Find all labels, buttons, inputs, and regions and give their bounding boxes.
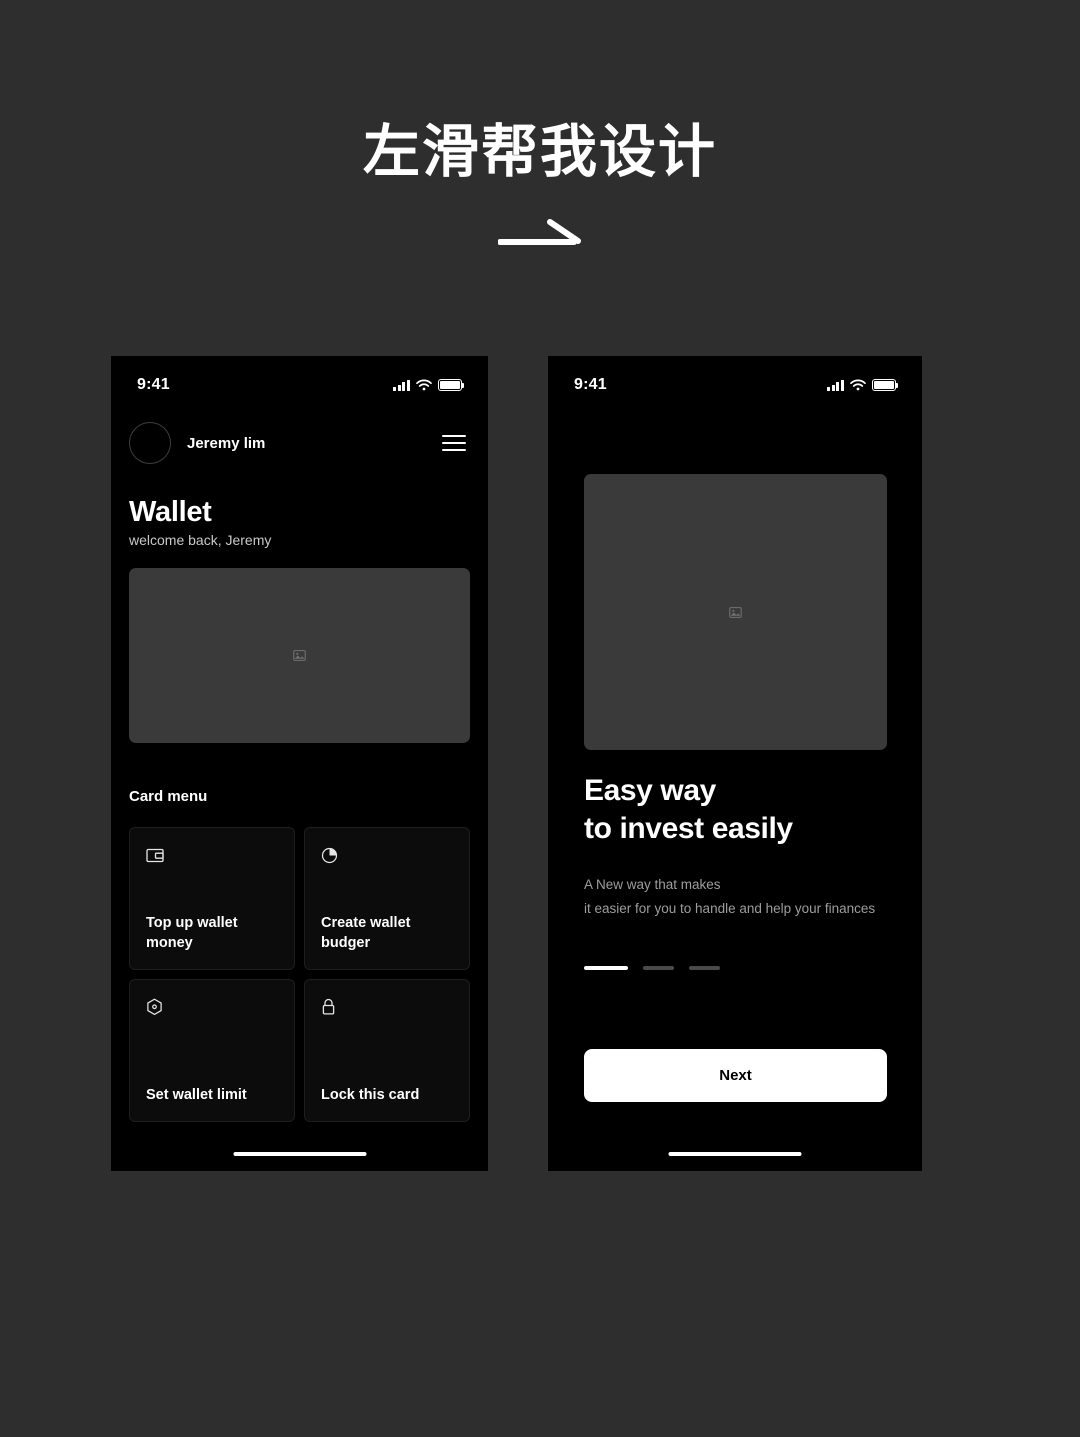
wifi-icon	[850, 379, 866, 391]
page-title: 左滑帮我设计	[363, 120, 717, 184]
onboarding-title-line-1: Easy way	[584, 774, 716, 807]
wallet-icon	[146, 848, 164, 862]
onboarding-title: Easy way to invest easily	[584, 772, 793, 849]
cellular-signal-icon	[827, 379, 844, 391]
menu-card-label: Create wallet budger	[321, 914, 411, 952]
battery-full-icon	[872, 379, 899, 391]
cellular-signal-icon	[393, 379, 410, 391]
menu-card-lock-this-card[interactable]: Lock this card	[304, 979, 470, 1122]
hamburger-menu-icon[interactable]	[442, 434, 466, 452]
pie-chart-icon-wrapper	[321, 845, 453, 865]
profile-row[interactable]: Jeremy lim	[129, 420, 470, 466]
wallet-card-image-placeholder	[129, 568, 470, 743]
card-menu-grid: Top up wallet money Create wallet budger	[129, 827, 470, 1122]
onboarding-subtitle-line-2: it easier for you to handle and help you…	[584, 901, 876, 917]
profile-name: Jeremy lim	[187, 434, 266, 452]
broken-image-icon	[293, 650, 306, 661]
lock-icon-wrapper	[321, 997, 453, 1017]
poster-canvas: 左滑帮我设计 9:41 Jeremy lim Wallet welcome ba…	[0, 0, 1080, 1437]
pagination-dot-1[interactable]	[584, 966, 628, 970]
wifi-icon	[416, 379, 432, 391]
wallet-icon-wrapper	[146, 845, 278, 865]
broken-image-icon	[729, 606, 742, 618]
phone-mockup-onboarding: 9:41 Easy way to invest easily A New way…	[548, 356, 922, 1171]
hexagon-settings-icon	[147, 998, 162, 1016]
pie-chart-icon	[321, 847, 338, 863]
arrow-right-icon	[498, 219, 581, 245]
onboarding-title-line-2: to invest easily	[584, 812, 793, 846]
avatar[interactable]	[129, 422, 171, 464]
status-time: 9:41	[137, 376, 170, 393]
menu-card-top-up-wallet[interactable]: Top up wallet money	[129, 827, 295, 970]
status-bar-right: 9:41	[548, 368, 922, 402]
status-icons	[393, 379, 465, 391]
onboarding-subtitle: A New way that makes it easier for you t…	[584, 873, 904, 922]
lock-icon	[322, 998, 335, 1015]
menu-card-label: Top up wallet money	[146, 914, 238, 952]
menu-card-label: Lock this card	[321, 1087, 420, 1104]
home-indicator[interactable]	[233, 1151, 366, 1156]
pagination-dot-3[interactable]	[689, 966, 720, 970]
home-indicator[interactable]	[668, 1151, 802, 1156]
wallet-heading: Wallet	[129, 496, 212, 528]
arrow-right-icon-wrapper	[0, 215, 1080, 249]
next-button[interactable]: Next	[584, 1049, 887, 1102]
pagination-dot-2[interactable]	[643, 966, 674, 970]
phone-mockup-wallet: 9:41 Jeremy lim Wallet welcome back, Jer…	[111, 356, 488, 1171]
status-icons	[827, 379, 899, 391]
card-menu-section-label: Card menu	[129, 788, 208, 805]
hexagon-settings-icon-wrapper	[146, 997, 278, 1017]
onboarding-image-placeholder	[584, 474, 887, 750]
status-time: 9:41	[574, 376, 607, 393]
menu-card-set-wallet-limit[interactable]: Set wallet limit	[129, 979, 295, 1122]
menu-card-label: Set wallet limit	[146, 1087, 247, 1104]
onboarding-subtitle-line-1: A New way that makes	[584, 877, 721, 892]
wallet-subheading: welcome back, Jeremy	[129, 532, 272, 548]
menu-card-create-wallet-budget[interactable]: Create wallet budger	[304, 827, 470, 970]
battery-full-icon	[438, 379, 465, 391]
pagination-dots	[584, 966, 720, 970]
status-bar-left: 9:41	[111, 368, 488, 402]
